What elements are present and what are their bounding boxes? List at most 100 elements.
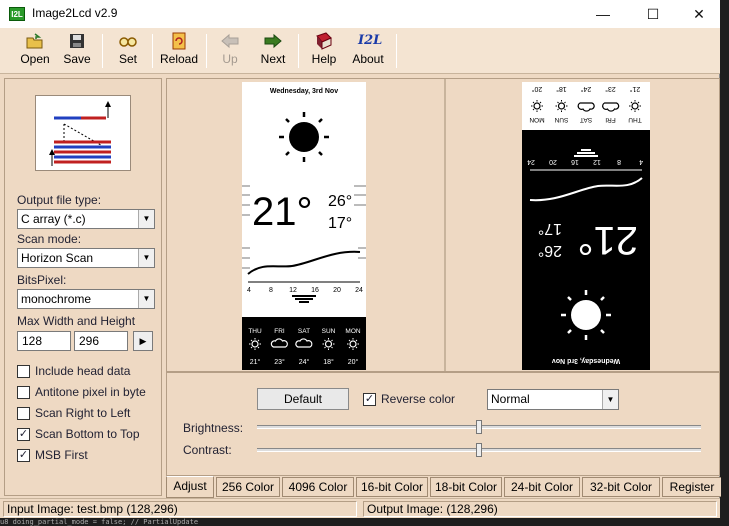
output-temp-low: 17°	[538, 220, 562, 237]
toolbar-separator	[206, 34, 207, 68]
checkbox-box[interactable]	[17, 365, 30, 378]
set-button[interactable]: Set	[112, 32, 144, 72]
chevron-down-icon[interactable]: ▼	[602, 390, 618, 409]
output-day-temp: 23°	[605, 85, 616, 93]
output-file-type-label: Output file type:	[17, 193, 102, 207]
bits-pixel-value: monochrome	[21, 292, 92, 306]
option-label: Include head data	[35, 364, 131, 378]
about-button[interactable]: I2L About	[348, 32, 388, 72]
reload-icon	[169, 32, 189, 50]
open-folder-icon	[25, 32, 45, 50]
checkbox-box[interactable]: ✓	[17, 449, 30, 462]
tab-adjust[interactable]: Adjust	[166, 476, 214, 498]
apply-size-button[interactable]: ▶	[133, 331, 153, 351]
open-button[interactable]: Open	[16, 32, 54, 72]
output-day-temp: 20°	[532, 85, 543, 93]
reload-button[interactable]: Reload	[160, 32, 198, 72]
output-day-label: SAT	[580, 116, 592, 123]
toolbar-separator	[152, 34, 153, 68]
bits-pixel-select[interactable]: monochrome ▼	[17, 289, 155, 309]
output-day-label: MON	[529, 116, 544, 123]
output-hour-label: 24	[527, 158, 535, 165]
toolbar-separator	[298, 34, 299, 68]
input-hour-label: 12	[289, 287, 297, 294]
background-editor	[721, 0, 729, 518]
scan-mode-select[interactable]: Horizon Scan ▼	[17, 248, 155, 268]
option-label: Scan Right to Left	[35, 406, 131, 420]
output-day-temp: 21°	[630, 85, 641, 93]
save-button[interactable]: Save	[60, 32, 94, 72]
output-date-text: Wednesday, 3rd Nov	[552, 357, 620, 364]
output-file-type-select[interactable]: C array (*.c) ▼	[17, 209, 155, 229]
contrast-label: Contrast:	[183, 443, 232, 457]
image2lcd-window: I2L Image2Lcd v2.9 — ☐ ✕ Open Save Set R…	[0, 0, 722, 526]
tab-16-bit-color[interactable]: 16-bit Color	[356, 477, 428, 497]
chevron-down-icon[interactable]: ▼	[138, 210, 154, 228]
output-hour-label: 8	[617, 158, 621, 165]
up-button[interactable]: Up	[216, 32, 244, 72]
max-width-input[interactable]: 128	[17, 331, 71, 351]
input-hour-label: 4	[247, 287, 251, 294]
checkbox-box[interactable]: ✓	[17, 428, 30, 441]
input-temp-high: 26°	[328, 193, 352, 210]
toolbar-separator	[102, 34, 103, 68]
input-day-temp: 21°	[250, 358, 261, 366]
tab-strip: Adjust 256 Color 4096 Color 16-bit Color 18-…	[166, 476, 722, 498]
image-preview-area: Wednesday, 3rd Nov 21° 26° 17° 4 8 12 16…	[166, 78, 720, 372]
minimize-button[interactable]: —	[580, 0, 626, 28]
tab-register[interactable]: Register	[662, 477, 722, 497]
contrast-slider-thumb[interactable]	[476, 443, 482, 457]
brightness-slider-thumb[interactable]	[476, 420, 482, 434]
checkbox-box[interactable]	[17, 407, 30, 420]
input-day-temp: 18°	[323, 358, 334, 366]
contrast-slider[interactable]	[257, 443, 701, 457]
glasses-icon	[118, 32, 138, 50]
input-image-preview: Wednesday, 3rd Nov 21° 26° 17° 4 8 12 16…	[242, 82, 366, 370]
output-sun-icon	[561, 290, 611, 340]
play-arrow-icon: ▶	[139, 336, 147, 346]
input-day-label: SAT	[298, 328, 310, 335]
back-arrow-icon	[220, 32, 240, 50]
output-hour-label: 20	[549, 158, 557, 165]
tab-18-bit-color[interactable]: 18-bit Color	[430, 477, 502, 497]
save-label: Save	[63, 52, 91, 66]
reverse-color-label: Reverse color	[381, 392, 456, 406]
rain-bars-icon	[292, 295, 316, 303]
output-temp-main: 21°	[578, 218, 639, 262]
sun-icon	[279, 112, 329, 162]
tab-256-color[interactable]: 256 Color	[216, 477, 280, 497]
maximize-button[interactable]: ☐	[630, 0, 676, 28]
checkbox-box[interactable]	[17, 386, 30, 399]
help-book-icon	[314, 32, 334, 50]
input-day-temp: 20°	[348, 358, 359, 366]
input-temp-main: 21°	[252, 190, 313, 234]
chevron-down-icon[interactable]: ▼	[138, 290, 154, 308]
input-hour-label: 16	[311, 287, 319, 294]
input-temp-low: 17°	[328, 215, 352, 232]
status-bar: Input Image: test.bmp (128,296) Output I…	[0, 498, 720, 518]
next-label: Next	[260, 52, 286, 66]
tab-32-bit-color[interactable]: 32-bit Color	[582, 477, 660, 497]
brightness-slider[interactable]	[257, 420, 701, 434]
tab-4096-color[interactable]: 4096 Color	[282, 477, 354, 497]
input-hour-label: 24	[355, 287, 363, 294]
max-height-input[interactable]: 296	[74, 331, 128, 351]
checkbox-box[interactable]: ✓	[363, 393, 376, 406]
input-day-label: THU	[248, 328, 262, 335]
tab-24-bit-color[interactable]: 24-bit Color	[504, 477, 580, 497]
close-button[interactable]: ✕	[676, 0, 722, 28]
chevron-down-icon[interactable]: ▼	[138, 249, 154, 267]
help-button[interactable]: Help	[306, 32, 342, 72]
input-day-label: SUN	[322, 328, 336, 335]
output-hour-label: 12	[593, 158, 601, 165]
option-label: Scan Bottom to Top	[35, 427, 140, 441]
output-temp-high: 26°	[538, 242, 562, 259]
output-day-temp: 24°	[581, 85, 592, 93]
title-bar[interactable]: I2L Image2Lcd v2.9 — ☐ ✕	[0, 0, 720, 28]
up-label: Up	[222, 52, 238, 66]
next-button[interactable]: Next	[256, 32, 290, 72]
color-mode-select[interactable]: Normal ▼	[487, 389, 619, 410]
default-button[interactable]: Default	[257, 388, 349, 410]
output-hour-label: 4	[639, 158, 643, 165]
option-label: MSB First	[35, 448, 88, 462]
